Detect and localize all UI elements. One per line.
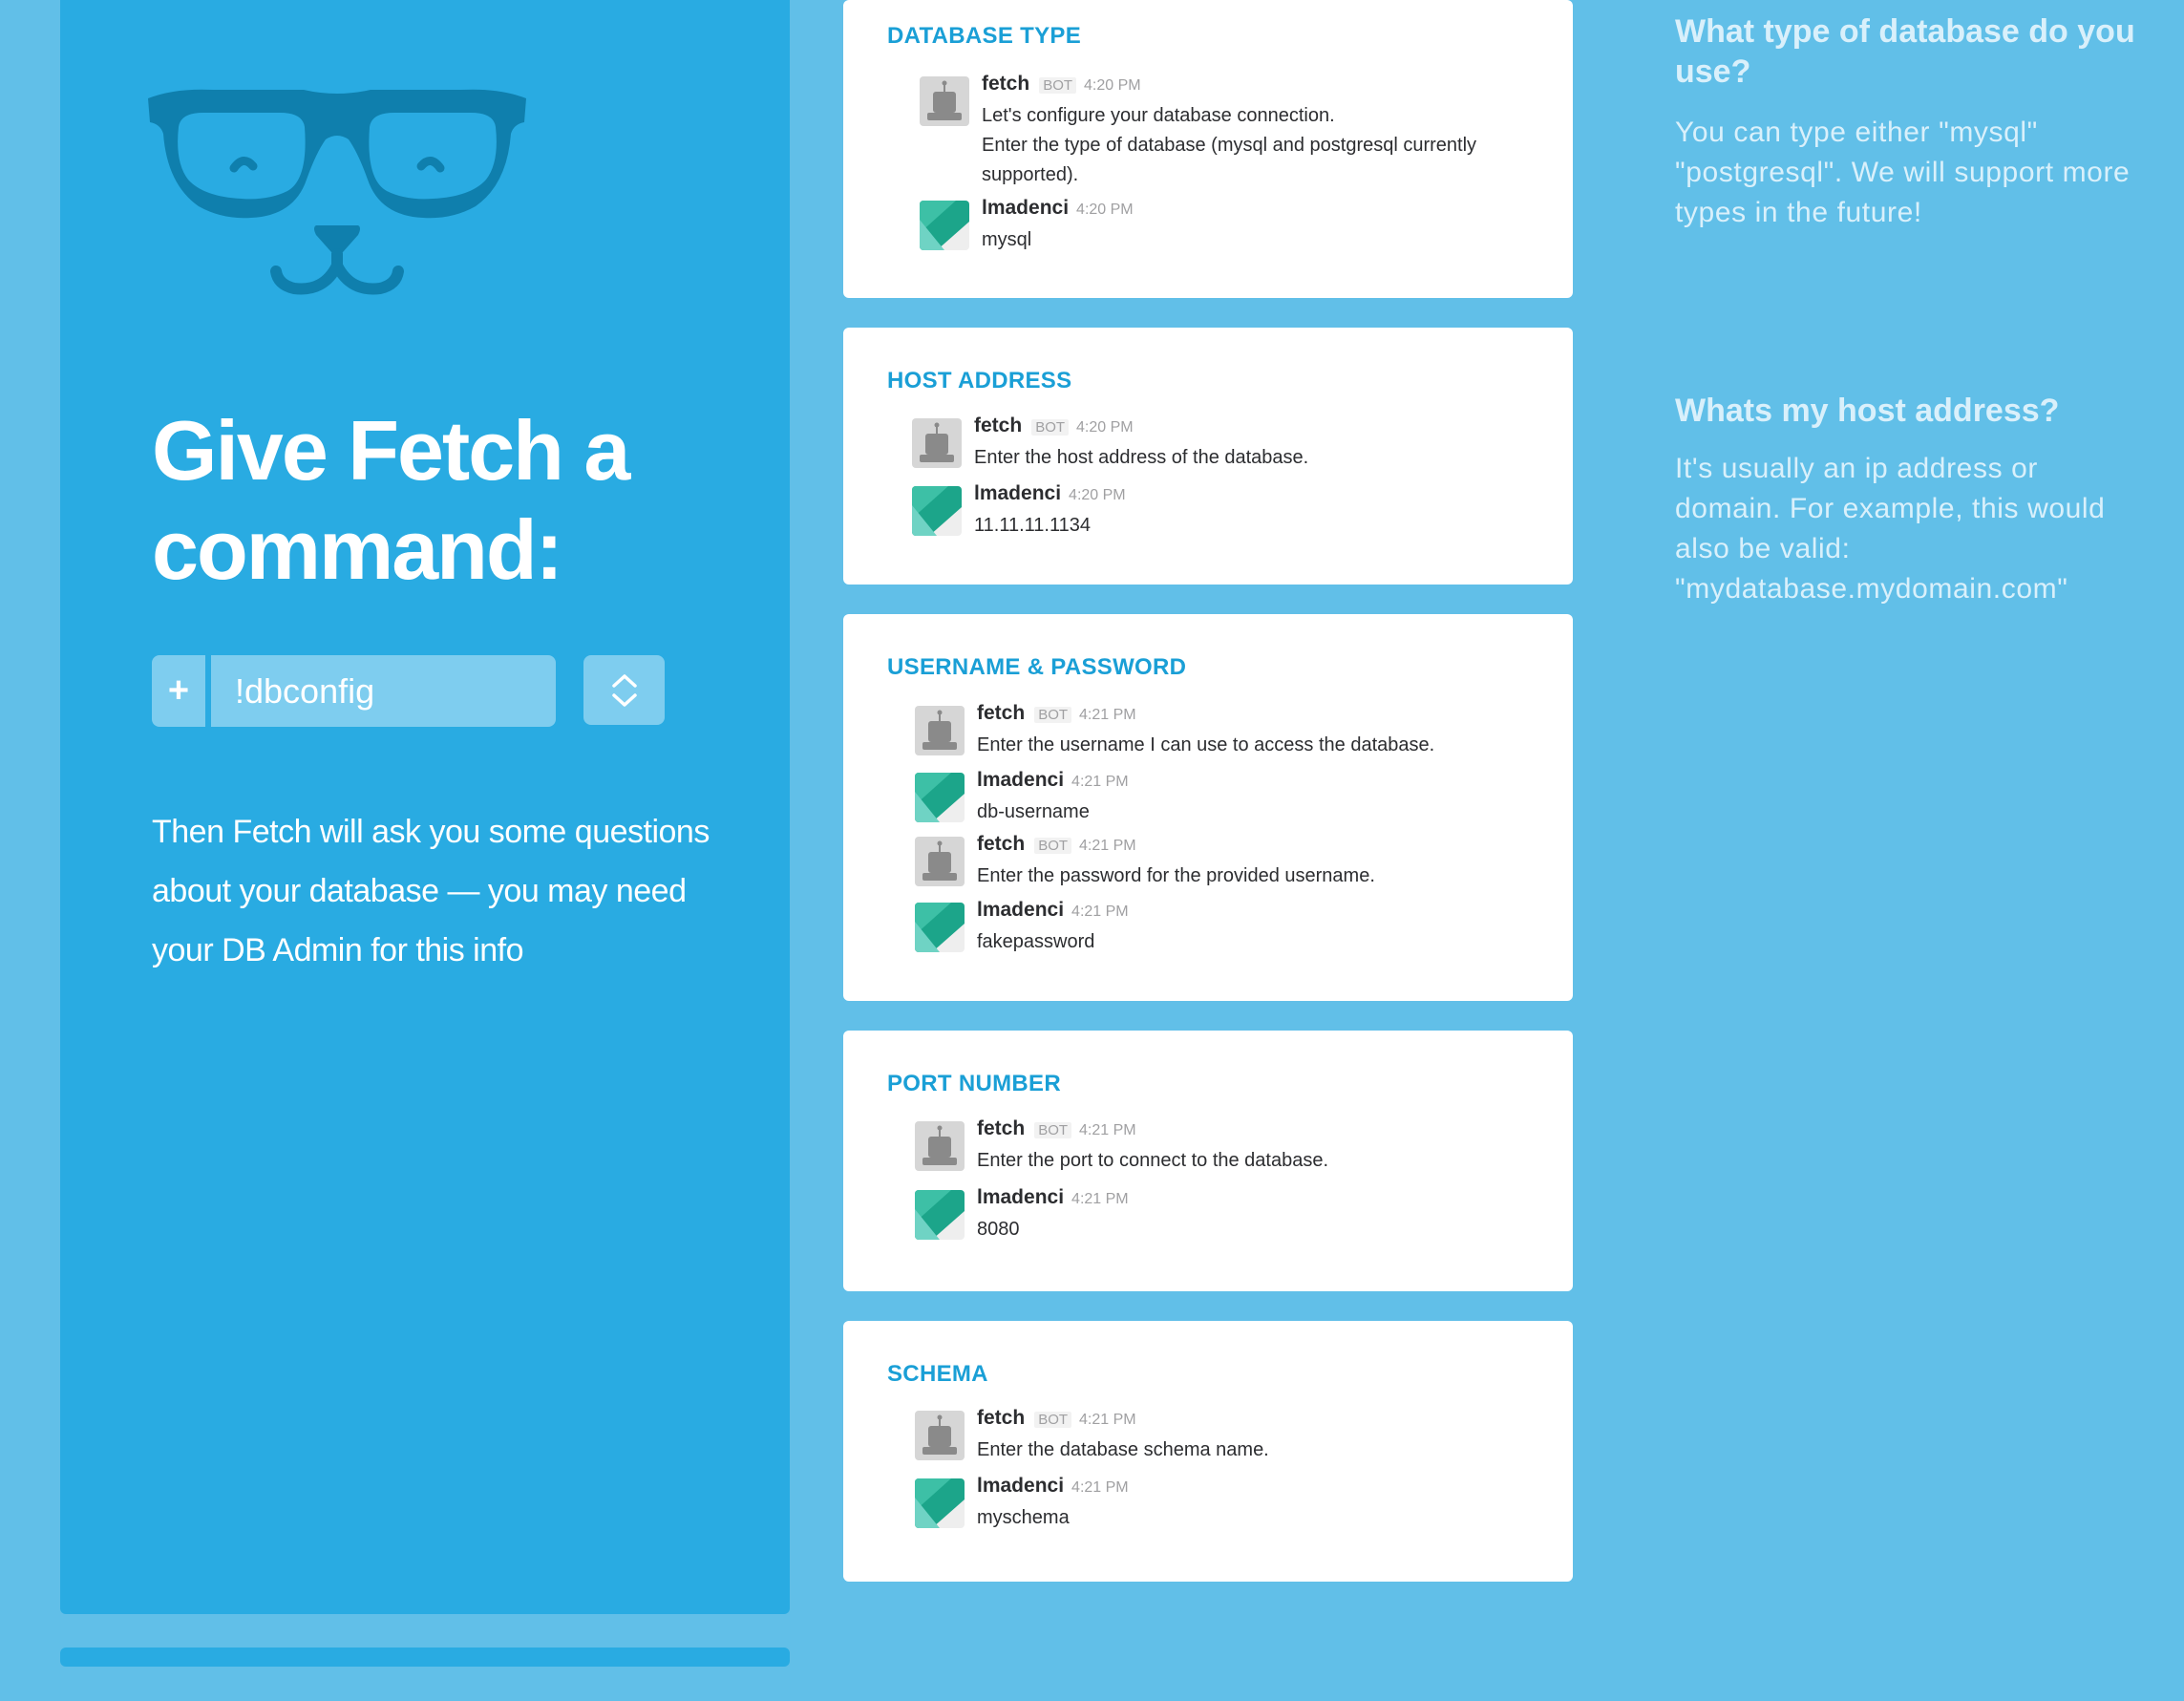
promo-panel: Give Fetch a command: + Then Fetch will … [60, 0, 790, 1614]
command-bar: + [152, 655, 556, 727]
bot-badge: BOT [1034, 1412, 1072, 1428]
message-text: Enter the host address of the database. [974, 447, 1309, 468]
message-author[interactable]: fetch [974, 415, 1022, 437]
step-title: SCHEMA [887, 1361, 988, 1387]
message-text: mysql [982, 229, 1032, 250]
help-answer: You can type either "mysql" "postgresql"… [1675, 117, 2131, 228]
message-author[interactable]: lmadenci [977, 769, 1064, 792]
message-header: fetch BOT 4:20 PM [974, 415, 1547, 443]
step-title: USERNAME & PASSWORD [887, 654, 1187, 680]
message-header: lmadenci 4:21 PM [977, 1186, 1550, 1215]
message-text: fakepassword [977, 931, 1095, 952]
message-header: lmadenci 4:20 PM [974, 482, 1547, 511]
message-timestamp[interactable]: 4:21 PM [1071, 1191, 1129, 1208]
user-avatar-icon[interactable] [915, 903, 965, 952]
message-timestamp[interactable]: 4:21 PM [1079, 1412, 1136, 1429]
message-author[interactable]: fetch [977, 1407, 1025, 1430]
message-header: fetch BOT 4:21 PM [977, 702, 1550, 731]
message-author[interactable]: lmadenci [982, 197, 1069, 220]
message-timestamp[interactable]: 4:21 PM [1071, 774, 1129, 791]
help-question: Whats my host address? [1675, 393, 2060, 429]
message-text: 11.11.11.1134 [974, 515, 1091, 536]
message-author[interactable]: lmadenci [977, 1186, 1064, 1209]
message-header: fetch BOT 4:21 PM [977, 1117, 1550, 1146]
config-step-card: SCHEMA fetch BOT 4:21 PM Enter the database… [843, 1321, 1573, 1582]
message-author[interactable]: lmadenci [974, 482, 1061, 505]
message-header: lmadenci 4:20 PM [982, 197, 1555, 225]
message-header: lmadenci 4:21 PM [977, 1475, 1550, 1503]
step-title: HOST ADDRESS [887, 368, 1072, 393]
robot-avatar-icon[interactable] [915, 1411, 965, 1460]
bot-badge: BOT [1039, 77, 1077, 94]
message-author[interactable]: lmadenci [977, 899, 1064, 922]
message-author[interactable]: fetch [977, 702, 1025, 725]
message-header: fetch BOT 4:21 PM [977, 1407, 1550, 1435]
command-input[interactable] [211, 655, 556, 727]
message-timestamp[interactable]: 4:20 PM [1076, 202, 1134, 219]
user-avatar-icon[interactable] [915, 1478, 965, 1528]
message-header: lmadenci 4:21 PM [977, 899, 1550, 927]
message-author[interactable]: fetch [977, 833, 1025, 856]
message-text: myschema [977, 1507, 1070, 1528]
chevron-updown-icon[interactable] [583, 655, 665, 725]
message-timestamp[interactable]: 4:21 PM [1079, 838, 1136, 855]
bot-badge: BOT [1034, 1122, 1072, 1138]
message-text: Enter the password for the provided user… [977, 865, 1375, 886]
message-text: Enter the username I can use to access t… [977, 734, 1435, 755]
message-author[interactable]: fetch [977, 1117, 1025, 1140]
user-avatar-icon[interactable] [912, 486, 962, 536]
message-timestamp[interactable]: 4:21 PM [1079, 1122, 1136, 1139]
step-title: DATABASE TYPE [887, 23, 1082, 49]
user-avatar-icon[interactable] [915, 773, 965, 822]
message-header: fetch BOT 4:21 PM [977, 833, 1550, 861]
help-answer: It's usually an ip address or domain. Fo… [1675, 453, 2106, 605]
bot-badge: BOT [1034, 838, 1072, 854]
config-step-card: PORT NUMBER fetch BOT 4:21 PM Enter the por… [843, 1031, 1573, 1291]
robot-avatar-icon[interactable] [915, 837, 965, 886]
message-text: Enter the port to connect to the databas… [977, 1150, 1329, 1171]
robot-avatar-icon[interactable] [912, 418, 962, 468]
config-step-card: HOST ADDRESS fetch BOT 4:20 PM Enter the ho… [843, 328, 1573, 585]
user-avatar-icon[interactable] [915, 1190, 965, 1240]
message-text: 8080 [977, 1219, 1020, 1240]
robot-avatar-icon[interactable] [920, 76, 969, 126]
config-step-card: USERNAME & PASSWORD fetch BOT 4:21 PM Enter… [843, 614, 1573, 1001]
message-timestamp[interactable]: 4:21 PM [1079, 707, 1136, 724]
help-question: What type of database do you use? [1675, 13, 2135, 90]
message-timestamp[interactable]: 4:20 PM [1069, 487, 1126, 504]
panel-footer-strip [60, 1648, 790, 1667]
robot-avatar-icon[interactable] [915, 706, 965, 755]
message-header: lmadenci 4:21 PM [977, 769, 1550, 797]
message-timestamp[interactable]: 4:20 PM [1084, 77, 1141, 95]
message-text: Enter the type of database (mysql and po… [982, 135, 1477, 185]
message-timestamp[interactable]: 4:21 PM [1071, 904, 1129, 921]
promo-description: Then Fetch will ask you some questions a… [152, 814, 710, 968]
message-author[interactable]: fetch [982, 73, 1029, 96]
message-text: Let's configure your database connection… [982, 105, 1335, 126]
plus-icon[interactable]: + [152, 655, 205, 727]
message-text: Enter the database schema name. [977, 1439, 1269, 1460]
message-text: db-username [977, 801, 1090, 822]
message-timestamp[interactable]: 4:20 PM [1076, 419, 1134, 436]
promo-headline: Give Fetch a command: [152, 403, 630, 597]
robot-avatar-icon[interactable] [915, 1121, 965, 1171]
config-step-card: DATABASE TYPE fetch BOT 4:20 PM Let's confi… [843, 0, 1573, 298]
fetch-mascot-icon [148, 89, 526, 295]
message-header: fetch BOT 4:20 PM [982, 73, 1555, 101]
message-author[interactable]: lmadenci [977, 1475, 1064, 1498]
step-title: PORT NUMBER [887, 1071, 1061, 1096]
user-avatar-icon[interactable] [920, 201, 969, 250]
message-timestamp[interactable]: 4:21 PM [1071, 1479, 1129, 1497]
bot-badge: BOT [1034, 707, 1072, 723]
bot-badge: BOT [1031, 419, 1070, 436]
